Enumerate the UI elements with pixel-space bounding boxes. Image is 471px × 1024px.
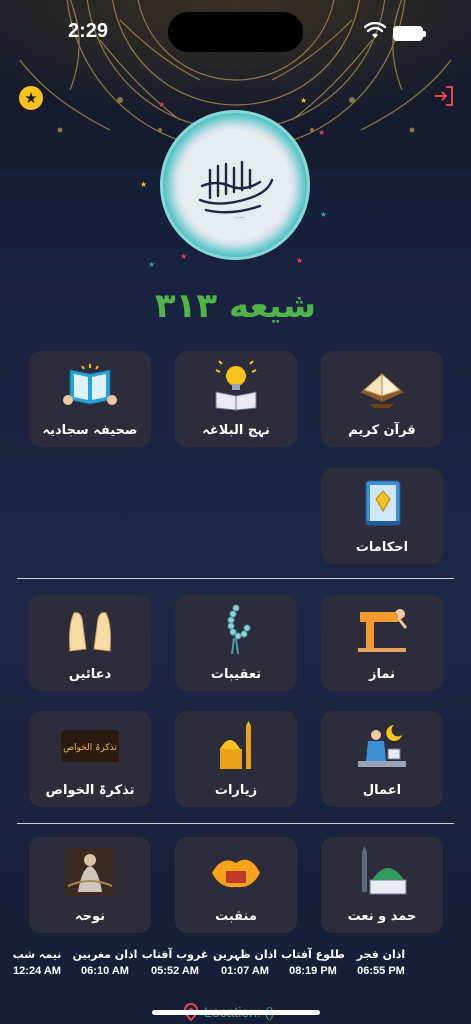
sparkle-decoration: ★ bbox=[180, 252, 188, 261]
dynamic-island bbox=[168, 12, 303, 52]
section-divider bbox=[17, 578, 454, 579]
sparkle-decoration: ★ bbox=[300, 96, 308, 105]
sparkle-decoration: ★ bbox=[140, 180, 148, 189]
tazkira-icon: تذکرۃ الخواص bbox=[59, 719, 121, 773]
tile-label: منقبت bbox=[215, 909, 257, 924]
nauha-icon bbox=[64, 845, 116, 899]
prayer-time-label: اذان فجر bbox=[356, 948, 406, 961]
reading-book-icon bbox=[62, 359, 118, 413]
sparkle-decoration: ★ bbox=[318, 128, 326, 137]
dua-hands-icon bbox=[64, 603, 116, 657]
tile-aamaal[interactable]: اعمال bbox=[321, 711, 443, 807]
wifi-icon bbox=[364, 22, 386, 38]
sparkle-decoration: ★ bbox=[296, 256, 304, 265]
tile-nahjul-balagha[interactable]: نہج البلاغہ bbox=[175, 351, 297, 447]
home-indicator[interactable] bbox=[152, 1010, 320, 1015]
prayer-icon bbox=[354, 603, 410, 657]
status-time: 2:29 bbox=[68, 20, 109, 42]
tasbih-icon bbox=[216, 603, 256, 657]
tile-label: نماز bbox=[369, 667, 395, 682]
mosque-icon bbox=[354, 845, 410, 899]
tazkira-badge-text: تذکرۃ الخواص bbox=[63, 743, 117, 753]
section-divider bbox=[17, 823, 454, 824]
worship-icon bbox=[354, 719, 410, 773]
logo-inner: بسم الله الرحمن الرحیم bbox=[179, 129, 291, 241]
tile-label: حمد و نعت bbox=[347, 909, 417, 924]
logo-text: بسم الله الرحمن الرحیم bbox=[235, 217, 246, 219]
tile-label: صحیفہ سجادیہ bbox=[42, 423, 138, 438]
tile-label: احکامات bbox=[355, 540, 409, 555]
tile-sahifa-sajjadiya[interactable]: صحیفہ سجادیہ bbox=[29, 351, 151, 447]
prayer-time-value: 08:19 PM bbox=[289, 965, 337, 977]
prayer-time-sunrise: طلوع آفتاب 08:19 PM bbox=[278, 948, 348, 977]
tile-ahkamaat[interactable]: احکامات bbox=[321, 468, 443, 564]
manqabat-icon bbox=[208, 845, 264, 899]
status-bar: 2:29 bbox=[0, 0, 471, 58]
prayer-time-value: 06:10 AM bbox=[81, 965, 129, 977]
app-title: شیعه ۳۱۳ bbox=[154, 286, 317, 326]
star-icon[interactable]: ★ bbox=[19, 86, 43, 110]
prayer-time-value: 01:07 AM bbox=[221, 965, 269, 977]
rules-book-icon bbox=[358, 476, 406, 530]
tile-label: نوحہ bbox=[74, 909, 106, 924]
tile-manqabat[interactable]: منقبت bbox=[175, 837, 297, 933]
tile-label: دعائیں bbox=[68, 667, 112, 682]
prayer-times-bar: اذان فجر 06:55 PM طلوع آفتاب 08:19 PM اذ… bbox=[0, 948, 471, 992]
prayer-time-midnight: نیمہ شب 12:24 AM bbox=[2, 948, 72, 977]
tile-label: تعقیبات bbox=[210, 667, 262, 682]
tile-quran[interactable]: قرآن کریم bbox=[321, 351, 443, 447]
prayer-time-label: طلوع آفتاب bbox=[281, 948, 345, 961]
prayer-time-value: 05:52 AM bbox=[151, 965, 199, 977]
logout-icon[interactable] bbox=[432, 84, 456, 108]
prayer-time-label: غروب آفتاب bbox=[141, 948, 209, 961]
lightbulb-book-icon bbox=[210, 359, 262, 413]
prayer-time-fajr: اذان فجر 06:55 PM bbox=[346, 948, 416, 977]
tile-nauha[interactable]: نوحہ bbox=[29, 837, 151, 933]
tile-label: زیارات bbox=[214, 783, 258, 798]
shrine-icon bbox=[214, 719, 258, 773]
prayer-time-value: 12:24 AM bbox=[13, 965, 61, 977]
tile-tazkiratul-khawas[interactable]: تذکرۃ الخواص تذکرۃ الخواص bbox=[29, 711, 151, 807]
battery-icon bbox=[393, 26, 426, 41]
sparkle-decoration: ★ bbox=[320, 210, 328, 219]
tile-label: قرآن کریم bbox=[348, 423, 416, 438]
prayer-time-label: اذان مغربین bbox=[72, 948, 138, 961]
prayer-time-maghrib: اذان مغربین 06:10 AM bbox=[70, 948, 140, 977]
prayer-time-label: اذان ظہرین bbox=[212, 948, 278, 961]
tile-label: نہج البلاغہ bbox=[202, 423, 270, 438]
tile-duain[interactable]: دعائیں bbox=[29, 595, 151, 691]
sparkle-decoration: ★ bbox=[148, 260, 156, 269]
prayer-time-label: نیمہ شب bbox=[12, 948, 62, 961]
prayer-time-value: 06:55 PM bbox=[357, 965, 405, 977]
prayer-time-sunset: غروب آفتاب 05:52 AM bbox=[140, 948, 210, 977]
calligraphy-icon: بسم الله الرحمن الرحیم bbox=[198, 160, 274, 219]
quran-icon bbox=[356, 359, 408, 413]
tile-hamd-naat[interactable]: حمد و نعت bbox=[321, 837, 443, 933]
tile-taqeebat[interactable]: تعقیبات bbox=[175, 595, 297, 691]
tile-label: اعمال bbox=[362, 783, 402, 798]
sparkle-decoration: ★ bbox=[158, 100, 166, 109]
prayer-time-zuhr: اذان ظہرین 01:07 AM bbox=[210, 948, 280, 977]
tile-label: تذکرۃ الخواص bbox=[45, 783, 135, 798]
tile-namaz[interactable]: نماز bbox=[321, 595, 443, 691]
bismillah-logo: بسم الله الرحمن الرحیم bbox=[160, 110, 310, 260]
tile-ziyarat[interactable]: زیارات bbox=[175, 711, 297, 807]
